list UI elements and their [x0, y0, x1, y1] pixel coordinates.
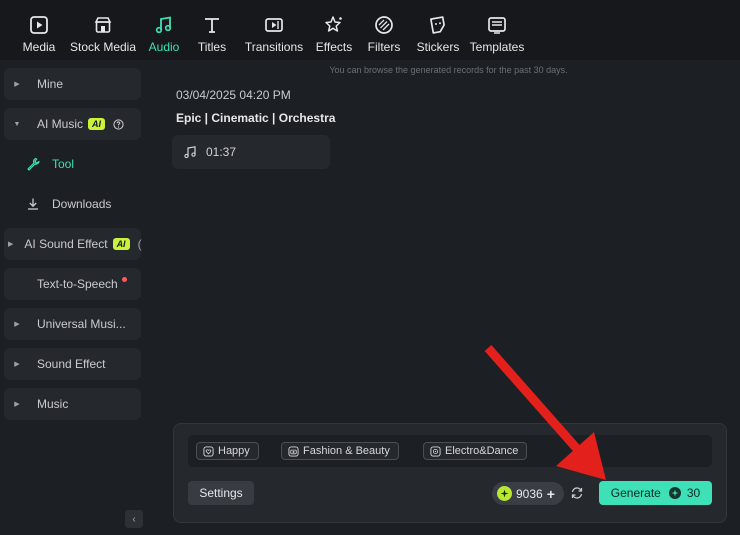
music-note-icon	[183, 145, 197, 159]
download-icon	[26, 197, 40, 211]
tab-titles[interactable]: Titles	[186, 0, 238, 54]
ai-badge: AI	[112, 238, 130, 250]
credit-coin-icon	[668, 487, 681, 499]
credits-balance[interactable]: 9036 +	[492, 482, 564, 505]
sidebar-item-label: Sound Effect	[37, 357, 106, 371]
generate-label: Generate	[610, 486, 661, 500]
sidebar-item-text-to-speech[interactable]: Text-to-Speech	[4, 268, 141, 300]
sidebar-item-label: AI Sound Effect	[24, 237, 108, 251]
sidebar-item-sound-effect[interactable]: ▶ Sound Effect	[4, 348, 141, 380]
sidebar-item-label: Universal Musi...	[37, 317, 126, 331]
stickers-icon	[427, 14, 449, 36]
tab-stock-media-label: Stock Media	[69, 40, 137, 54]
tag-label: Electro&Dance	[445, 445, 519, 457]
tab-stock-media[interactable]: Stock Media	[64, 0, 142, 54]
sidebar-item-label: AI Music	[37, 117, 84, 131]
templates-icon	[486, 14, 508, 36]
tab-media[interactable]: Media	[14, 0, 64, 54]
tag-label: Happy	[218, 445, 250, 457]
tab-templates[interactable]: Templates	[466, 0, 528, 54]
transitions-icon	[263, 14, 285, 36]
caret-right-icon: ▶	[14, 361, 20, 368]
tab-stickers-label: Stickers	[416, 40, 460, 54]
effects-icon	[323, 14, 345, 36]
audio-icon	[153, 14, 175, 36]
caret-right-icon: ▶	[14, 81, 20, 88]
wrench-icon	[26, 157, 40, 171]
sidebar-item-music[interactable]: ▶ Music	[4, 388, 141, 420]
ai-badge: AI	[88, 118, 106, 130]
caret-right-icon: ▶	[14, 401, 20, 408]
tab-templates-label: Templates	[469, 40, 525, 54]
camera-icon	[288, 445, 299, 457]
stock-media-icon	[92, 14, 114, 36]
tag-happy[interactable]: Happy	[196, 442, 259, 460]
sidebar-item-label: Mine	[37, 77, 64, 91]
titles-icon	[201, 14, 223, 36]
tab-titles-label: Titles	[197, 40, 227, 54]
notification-dot	[121, 276, 127, 282]
credits-count: 9036	[516, 486, 543, 501]
generate-cost: 30	[686, 486, 701, 500]
tag-electro-dance[interactable]: Electro&Dance	[423, 442, 528, 460]
prompt-tags-box[interactable]: Happy Fashion & Beauty Electro&Dance	[188, 435, 712, 467]
record-date: 03/04/2025 04:20 PM	[176, 88, 291, 102]
generated-track[interactable]: 01:37	[172, 135, 330, 169]
tab-audio-label: Audio	[148, 40, 180, 54]
sidebar-item-mine[interactable]: ▶ Mine	[4, 68, 141, 100]
caret-right-icon: ▶	[14, 321, 20, 328]
track-duration: 01:37	[206, 145, 237, 159]
top-toolbar: Media Stock Media Audio Titles Transitio…	[0, 0, 740, 60]
media-icon	[28, 14, 50, 36]
caret-down-icon: ▼	[13, 120, 21, 128]
generate-button[interactable]: Generate 30	[599, 481, 712, 505]
record-title: Epic | Cinematic | Orchestra	[176, 111, 336, 125]
sidebar-item-label: Music	[37, 397, 69, 411]
truncated-text: (	[137, 237, 142, 251]
refresh-icon[interactable]	[570, 486, 584, 500]
main-content: You can browse the generated records for…	[157, 60, 740, 535]
filters-icon	[373, 14, 395, 36]
sidebar-item-label: Downloads	[52, 197, 112, 211]
heart-icon	[203, 445, 214, 457]
help-icon[interactable]	[113, 118, 124, 130]
tag-fashion-beauty[interactable]: Fashion & Beauty	[281, 442, 399, 460]
tab-effects-label: Effects	[315, 40, 353, 54]
sidebar-item-ai-music[interactable]: ▼ AI Music AI	[4, 108, 141, 140]
caret-right-icon: ▶	[8, 241, 14, 248]
tag-label: Fashion & Beauty	[303, 445, 390, 457]
tab-stickers[interactable]: Stickers	[410, 0, 466, 54]
speaker-icon	[430, 445, 441, 457]
credit-coin-icon	[497, 486, 512, 501]
sidebar-item-ai-sound-effect[interactable]: ▶ AI Sound Effect AI (	[4, 228, 142, 260]
sidebar-item-label: Text-to-Speech	[37, 277, 118, 291]
tab-transitions[interactable]: Transitions	[238, 0, 310, 54]
sidebar-item-label: Tool	[52, 157, 75, 171]
tab-effects[interactable]: Effects	[310, 0, 358, 54]
sidebar: ▶ Mine ▼ AI Music AI Tool Downloads ▶ AI…	[0, 60, 157, 535]
tab-audio[interactable]: Audio	[142, 0, 186, 54]
sidebar-item-downloads[interactable]: Downloads	[4, 188, 141, 220]
generate-panel: Happy Fashion & Beauty Electro&Dance Set…	[173, 423, 727, 523]
sidebar-item-universal-music[interactable]: ▶ Universal Musi...	[4, 308, 141, 340]
history-notice: You can browse the generated records for…	[329, 65, 568, 75]
add-credits-icon[interactable]: +	[547, 486, 555, 502]
tab-filters[interactable]: Filters	[358, 0, 410, 54]
collapse-sidebar-button[interactable]: ‹	[125, 510, 143, 528]
tab-transitions-label: Transitions	[244, 40, 304, 54]
tab-media-label: Media	[22, 40, 56, 54]
settings-button[interactable]: Settings	[188, 481, 254, 505]
tab-filters-label: Filters	[367, 40, 401, 54]
sidebar-item-tool[interactable]: Tool	[4, 148, 141, 180]
